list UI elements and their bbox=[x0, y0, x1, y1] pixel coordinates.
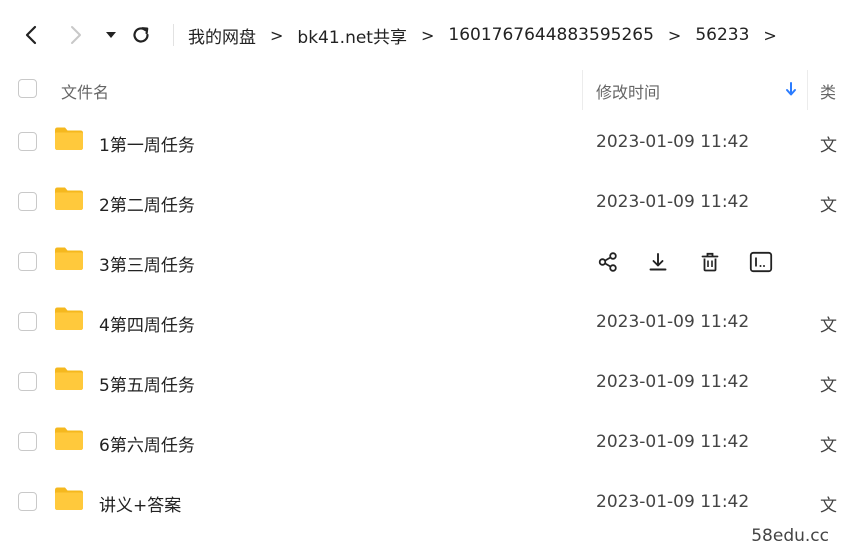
file-name[interactable]: 2第二周任务 bbox=[99, 191, 195, 216]
folder-icon-wrap bbox=[54, 306, 84, 331]
row-checkbox[interactable] bbox=[18, 432, 37, 451]
file-modified-date: 2023-01-09 11:42 bbox=[596, 372, 750, 392]
breadcrumb-item-share[interactable]: bk41.net共享 bbox=[297, 23, 407, 48]
file-name[interactable]: 5第五周任务 bbox=[99, 371, 195, 396]
delete-button[interactable] bbox=[698, 249, 722, 275]
history-dropdown-button[interactable] bbox=[99, 22, 123, 48]
back-button[interactable] bbox=[19, 22, 43, 48]
column-divider[interactable] bbox=[582, 70, 583, 110]
file-name[interactable]: 讲义+答案 bbox=[99, 491, 181, 516]
table-header: 文件名 修改时间 类 bbox=[0, 70, 841, 110]
breadcrumb-separator: > bbox=[763, 25, 777, 45]
file-type: 文 bbox=[820, 496, 837, 516]
rename-button[interactable] bbox=[749, 249, 773, 275]
file-type: 文 bbox=[820, 196, 837, 216]
file-modified-date: 2023-01-09 11:42 bbox=[596, 312, 750, 332]
breadcrumb-separator: > bbox=[270, 25, 284, 45]
rename-icon bbox=[749, 251, 773, 273]
file-name[interactable]: 1第一周任务 bbox=[99, 131, 195, 156]
folder-icon-wrap bbox=[54, 246, 84, 271]
folder-icon bbox=[55, 127, 83, 150]
folder-icon bbox=[55, 247, 83, 270]
file-name[interactable]: 4第四周任务 bbox=[99, 311, 195, 336]
folder-icon-wrap bbox=[54, 426, 84, 451]
refresh-button[interactable] bbox=[129, 22, 153, 48]
folder-icon bbox=[55, 487, 83, 510]
download-icon bbox=[649, 253, 667, 271]
table-row[interactable]: 1第一周任务 2023-01-09 11:42 文 bbox=[0, 112, 841, 172]
file-type: 文 bbox=[820, 376, 837, 396]
breadcrumb-item-id[interactable]: 1601767644883595265 bbox=[448, 25, 654, 45]
table-row[interactable]: 3第三周任务 bbox=[0, 232, 841, 292]
row-checkbox[interactable] bbox=[18, 492, 37, 511]
file-type: 文 bbox=[820, 436, 837, 456]
row-checkbox[interactable] bbox=[18, 132, 37, 151]
breadcrumb-item-root[interactable]: 我的网盘 bbox=[188, 23, 256, 48]
file-type: 文 bbox=[820, 136, 837, 156]
folder-icon bbox=[55, 427, 83, 450]
chevron-right-icon bbox=[71, 26, 81, 44]
folder-icon-wrap bbox=[54, 186, 84, 211]
watermark: 58edu.cc bbox=[751, 526, 829, 546]
row-checkbox[interactable] bbox=[18, 372, 37, 391]
row-checkbox[interactable] bbox=[18, 312, 37, 331]
caret-down-icon bbox=[106, 32, 116, 38]
file-type: 文 bbox=[820, 316, 837, 336]
table-row[interactable]: 4第四周任务 2023-01-09 11:42 文 bbox=[0, 292, 841, 352]
toolbar: 我的网盘 > bk41.net共享 > 1601767644883595265 … bbox=[0, 0, 841, 70]
breadcrumb-separator: > bbox=[420, 25, 435, 45]
breadcrumb: 我的网盘 > bk41.net共享 > 1601767644883595265 … bbox=[188, 22, 791, 48]
select-all-checkbox[interactable] bbox=[18, 79, 37, 98]
folder-icon-wrap bbox=[54, 366, 84, 391]
arrow-down-icon[interactable] bbox=[784, 80, 798, 98]
breadcrumb-separator: > bbox=[667, 25, 682, 45]
folder-icon bbox=[55, 367, 83, 390]
table-row[interactable]: 讲义+答案 2023-01-09 11:42 文 bbox=[0, 472, 841, 532]
header-name[interactable]: 文件名 bbox=[61, 79, 109, 103]
share-button[interactable] bbox=[596, 249, 620, 275]
forward-button[interactable] bbox=[64, 22, 88, 48]
toolbar-divider bbox=[173, 24, 174, 46]
file-modified-date: 2023-01-09 11:42 bbox=[596, 492, 750, 512]
row-checkbox[interactable] bbox=[18, 252, 37, 271]
file-modified-date: 2023-01-09 11:42 bbox=[596, 432, 750, 452]
column-divider[interactable] bbox=[807, 70, 808, 110]
table-row[interactable]: 5第五周任务 2023-01-09 11:42 文 bbox=[0, 352, 841, 412]
delete-icon bbox=[701, 252, 719, 272]
table-row[interactable]: 6第六周任务 2023-01-09 11:42 文 bbox=[0, 412, 841, 472]
file-modified-date: 2023-01-09 11:42 bbox=[596, 192, 750, 212]
header-modified[interactable]: 修改时间 bbox=[596, 79, 660, 103]
download-button[interactable] bbox=[646, 249, 670, 275]
file-name[interactable]: 6第六周任务 bbox=[99, 431, 195, 456]
file-name[interactable]: 3第三周任务 bbox=[99, 251, 195, 276]
header-type[interactable]: 类 bbox=[820, 79, 836, 103]
folder-icon bbox=[55, 187, 83, 210]
share-icon bbox=[598, 252, 617, 272]
folder-icon-wrap bbox=[54, 126, 84, 151]
folder-icon bbox=[55, 307, 83, 330]
row-checkbox[interactable] bbox=[18, 192, 37, 211]
table-row[interactable]: 2第二周任务 2023-01-09 11:42 文 bbox=[0, 172, 841, 232]
breadcrumb-item-current[interactable]: 56233 bbox=[695, 25, 749, 45]
file-modified-date: 2023-01-09 11:42 bbox=[596, 132, 750, 152]
folder-icon-wrap bbox=[54, 486, 84, 511]
refresh-icon bbox=[133, 27, 149, 43]
chevron-left-icon bbox=[25, 25, 37, 45]
